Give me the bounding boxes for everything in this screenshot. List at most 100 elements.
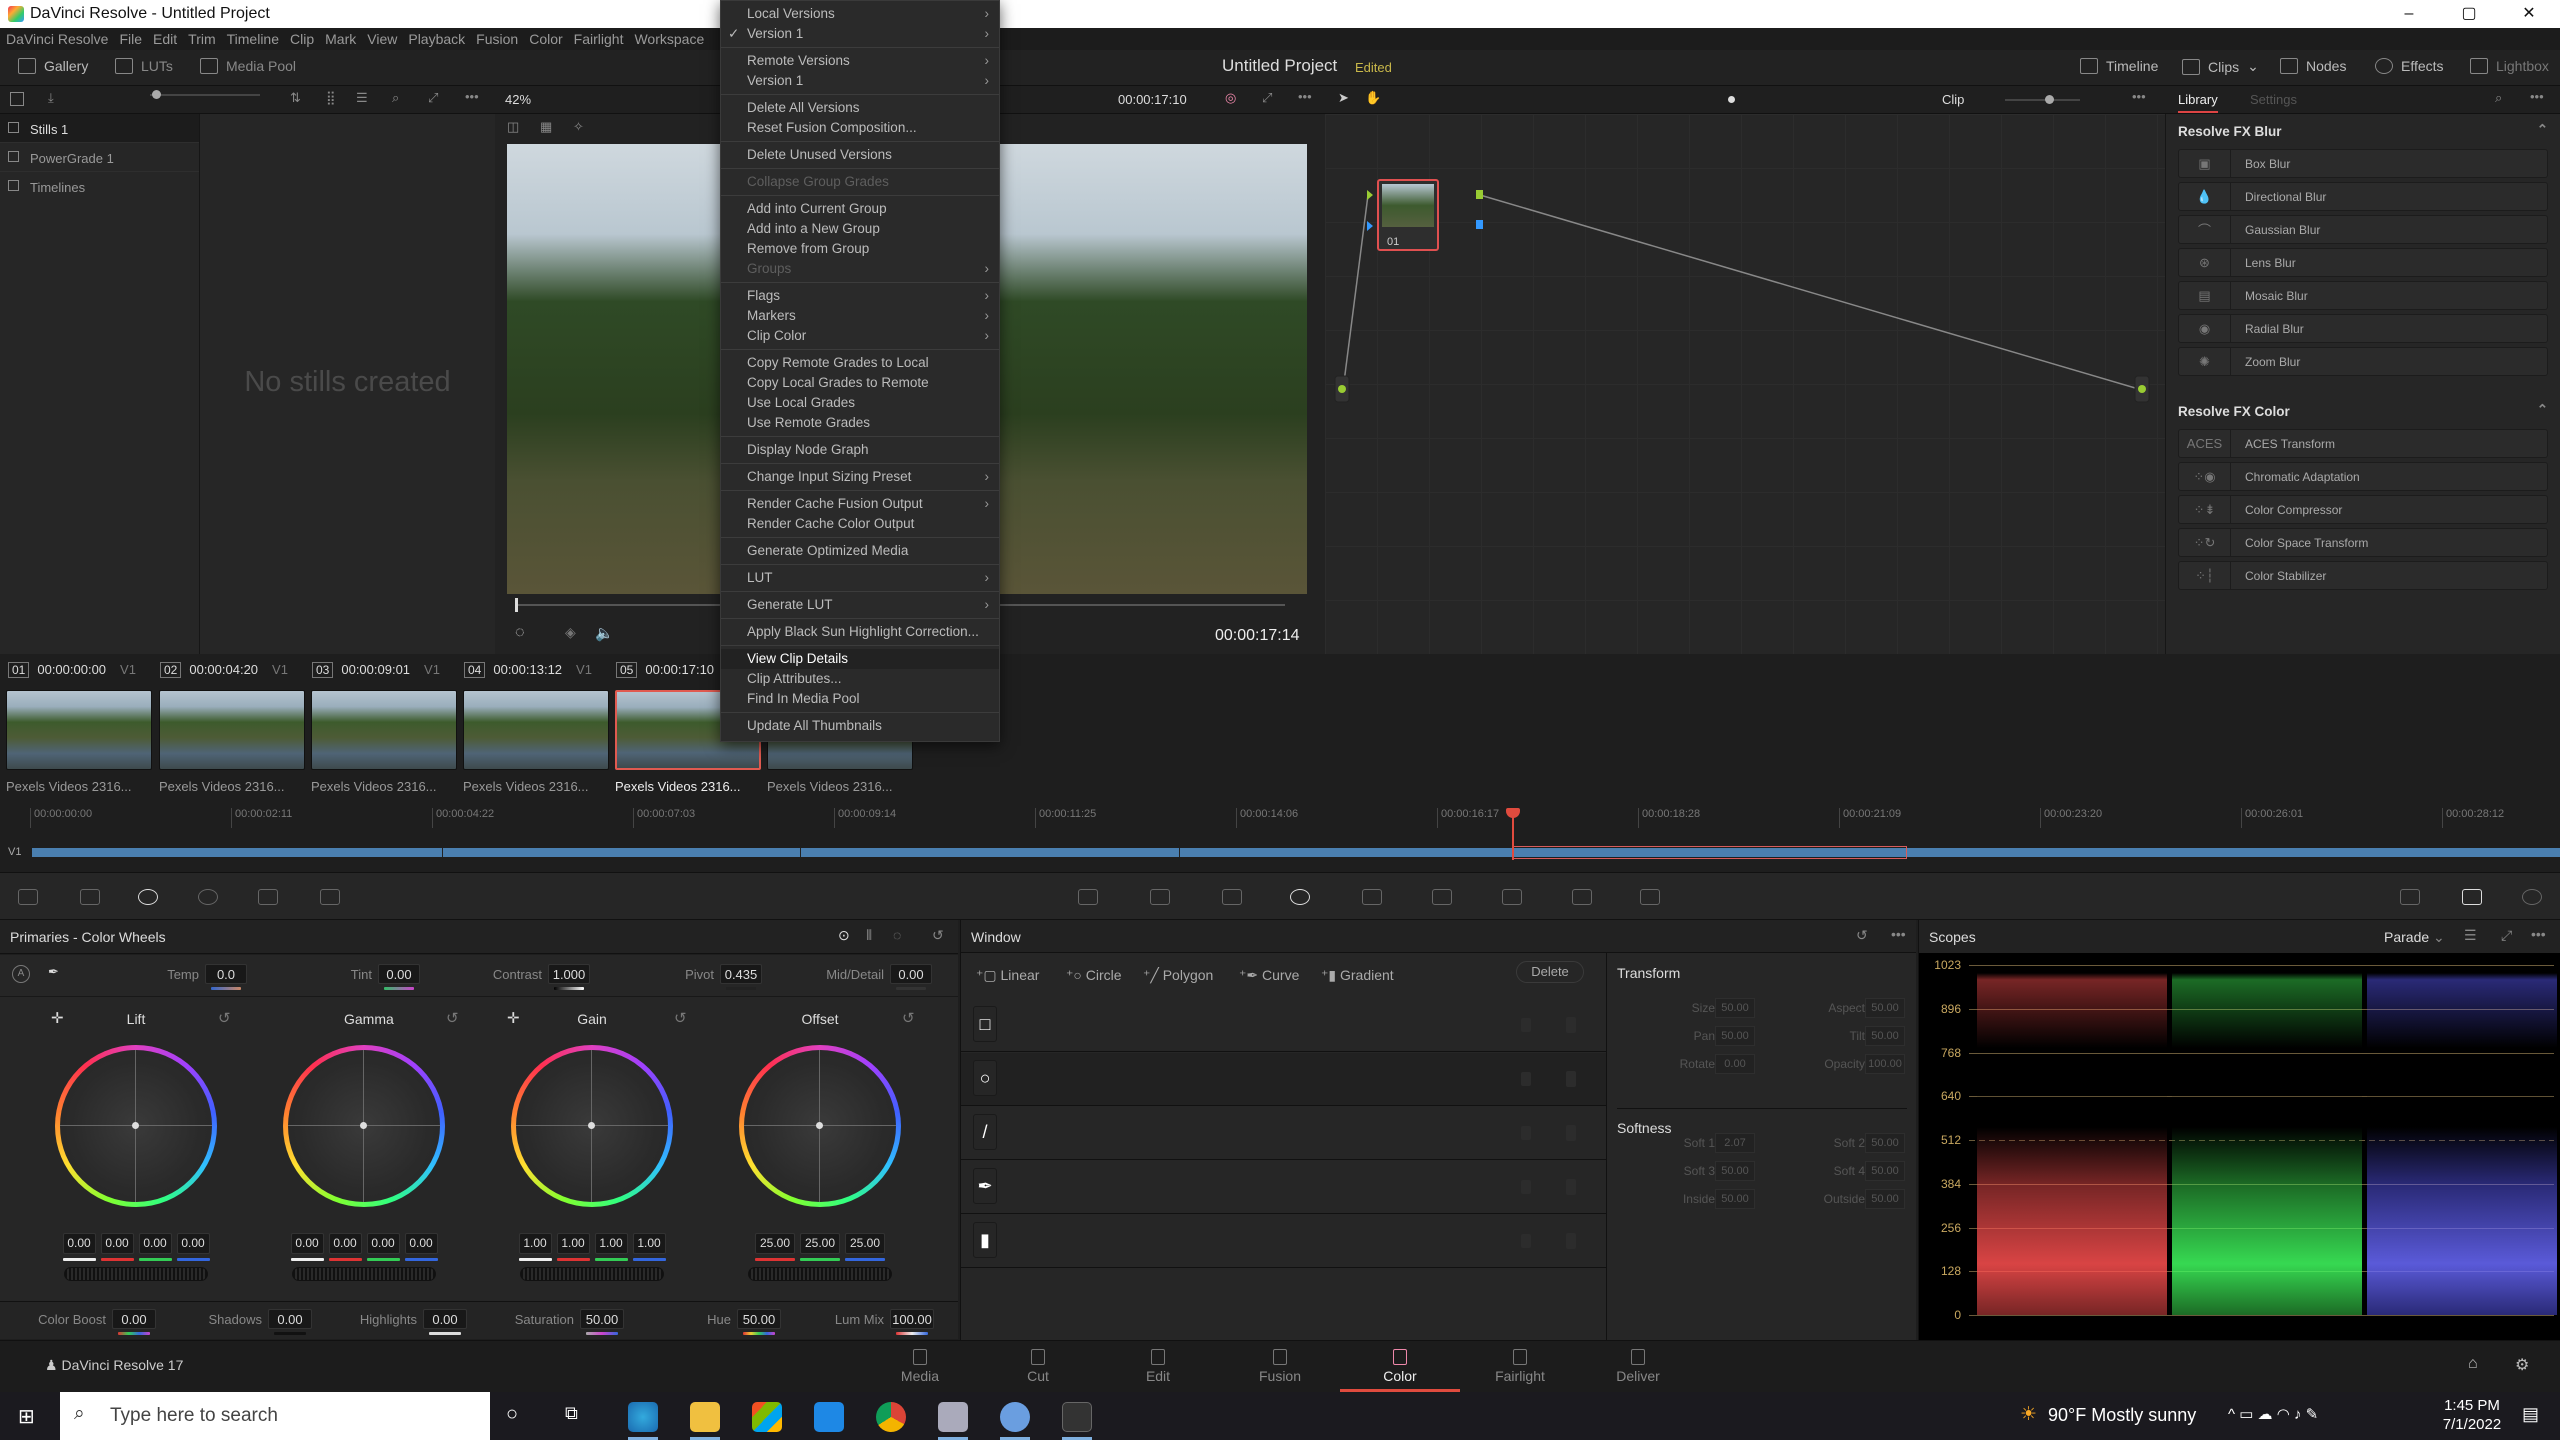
clock-time[interactable]: 1:45 PM <box>2432 1397 2512 1414</box>
list-view-icon[interactable]: ☰ <box>356 90 368 106</box>
grid-view-icon[interactable]: ⣿ <box>326 90 336 106</box>
delete-window-button[interactable]: Delete <box>1516 961 1584 983</box>
mask-toggle[interactable] <box>1566 1125 1576 1141</box>
invert-toggle[interactable] <box>1521 1018 1531 1032</box>
lightbox-toggle[interactable]: Lightbox <box>2470 58 2549 74</box>
windows-start-icon[interactable]: ⊞ <box>18 1404 35 1429</box>
window-prop-field[interactable]: 50.00 <box>1865 1189 1905 1209</box>
fx-item[interactable]: ACES ACES Transform <box>2178 429 2548 458</box>
taskbar-search[interactable]: ⌕ Type here to search <box>60 1392 490 1440</box>
bottom-adjust-field-shadows[interactable]: 0.00 <box>268 1309 312 1329</box>
window-prop-field[interactable]: 2.07 <box>1715 1133 1755 1153</box>
reset-all-icon[interactable]: ↺ <box>932 927 944 944</box>
fx-item[interactable]: ▤ Mosaic Blur <box>2178 281 2548 310</box>
fx-item[interactable]: ⁘┆ Color Stabilizer <box>2178 561 2548 590</box>
fullscreen-icon[interactable]: ⤢ <box>428 90 438 106</box>
reset-icon[interactable]: ↺ <box>1856 927 1868 944</box>
window-row-curve[interactable]: ✒ <box>961 1161 1606 1214</box>
bottom-adjust-field-hue[interactable]: 50.00 <box>737 1309 781 1329</box>
menu-item-lut[interactable]: LUT › <box>721 568 999 588</box>
wheel-reset-icon[interactable]: ↺ <box>218 1009 231 1027</box>
menu-item-update-all-thumbnails[interactable]: Update All Thumbnails <box>721 716 999 736</box>
menu-item-change-input-sizing-preset[interactable]: Change Input Sizing Preset › <box>721 467 999 487</box>
media-pool-button[interactable]: Media Pool <box>200 58 296 74</box>
wheel-value-field[interactable]: 1.00 <box>518 1233 552 1254</box>
scope-settings-icon[interactable]: ☰ <box>2464 927 2477 944</box>
mail-icon[interactable] <box>814 1402 844 1432</box>
thumb-size-slider[interactable] <box>150 90 260 99</box>
maximize-button[interactable]: ▢ <box>2440 0 2498 28</box>
menu-view[interactable]: View <box>367 28 397 47</box>
wheel-handle[interactable] <box>132 1122 139 1129</box>
info-icon[interactable] <box>2522 889 2542 905</box>
adjust-field-middetail[interactable]: 0.00 <box>890 964 932 984</box>
clip-thumbnail[interactable] <box>6 690 152 770</box>
menu-davinci-resolve[interactable]: DaVinci Resolve <box>6 28 108 47</box>
master-wheel-jog[interactable] <box>520 1267 664 1281</box>
blur-icon[interactable] <box>1432 889 1452 905</box>
menu-item-view-clip-details[interactable]: View Clip Details <box>721 649 999 669</box>
section-header-blur[interactable]: Resolve FX Blur ⌃ <box>2166 114 2560 145</box>
picker-icon[interactable]: ✛ <box>507 1009 520 1027</box>
menu-clip[interactable]: Clip <box>290 28 314 47</box>
grid-overlay-icon[interactable]: ▦ <box>540 119 552 135</box>
cortana-icon[interactable]: ○ <box>506 1403 518 1426</box>
fx-item[interactable]: ⁘◉ Chromatic Adaptation <box>2178 462 2548 491</box>
menu-fairlight[interactable]: Fairlight <box>574 28 624 47</box>
menu-item-generate-optimized-media[interactable]: Generate Optimized Media <box>721 541 999 561</box>
menu-item-render-cache-fusion-output[interactable]: Render Cache Fusion Output › <box>721 494 999 514</box>
auto-balance-icon[interactable]: A <box>12 965 30 983</box>
window-row-gradient[interactable]: ▮ <box>961 1215 1606 1268</box>
color-wheel-lift[interactable] <box>51 1041 221 1211</box>
wheel-value-field[interactable]: 0.00 <box>404 1233 438 1254</box>
fullscreen-viewer-icon[interactable]: ⤢ <box>1262 90 1272 106</box>
window-prop-field[interactable]: 50.00 <box>1865 1161 1905 1181</box>
volume-icon[interactable]: 🔈 <box>595 624 614 642</box>
node-zoom-slider[interactable] <box>2005 95 2080 104</box>
add-gradient-window-button[interactable]: ⁺▮ Gradient <box>1321 967 1394 984</box>
chrome-icon[interactable] <box>876 1402 906 1432</box>
page-tab-edit[interactable]: Edit <box>1128 1349 1188 1384</box>
window-prop-field[interactable]: 50.00 <box>1865 998 1905 1018</box>
bottom-adjust-field-lummix[interactable]: 100.00 <box>890 1309 934 1329</box>
selected-clip-highlight[interactable] <box>1512 846 1907 859</box>
menu-item-copy-remote-grades-to-local[interactable]: Copy Remote Grades to Local <box>721 353 999 373</box>
grab-still-icon[interactable]: ⤓ <box>48 90 54 106</box>
gallery-button[interactable]: Gallery <box>18 58 88 74</box>
menu-trim[interactable]: Trim <box>188 28 215 47</box>
wheel-value-field[interactable]: 25.00 <box>755 1233 795 1254</box>
menu-item-render-cache-color-output[interactable]: Render Cache Color Output <box>721 514 999 534</box>
menu-item-add-into-a-new-group[interactable]: Add into a New Group <box>721 219 999 239</box>
motion-effects-icon[interactable] <box>320 889 340 905</box>
menu-item-markers[interactable]: Markers › <box>721 306 999 326</box>
wheel-value-field[interactable]: 0.00 <box>62 1233 96 1254</box>
color-wheel-gain[interactable] <box>507 1041 677 1211</box>
davinci-taskbar-icon[interactable] <box>1062 1402 1092 1432</box>
sidebar-item-stills[interactable]: Stills 1 <box>0 114 199 143</box>
master-wheel-jog[interactable] <box>748 1267 892 1281</box>
menu-timeline[interactable]: Timeline <box>227 28 279 47</box>
wheel-value-field[interactable]: 0.00 <box>366 1233 400 1254</box>
wheels-mode-icon[interactable]: ⊙ <box>838 927 850 944</box>
library-more-icon[interactable]: ••• <box>2530 89 2544 104</box>
notifications-icon[interactable]: ▤ <box>2522 1404 2539 1425</box>
invert-toggle[interactable] <box>1521 1180 1531 1194</box>
wheel-value-field[interactable]: 0.00 <box>176 1233 210 1254</box>
window-prop-field[interactable]: 50.00 <box>1715 1026 1755 1046</box>
color-wheels-icon[interactable] <box>138 889 158 905</box>
menu-item-use-remote-grades[interactable]: Use Remote Grades <box>721 413 999 433</box>
menu-item-flags[interactable]: Flags › <box>721 286 999 306</box>
fx-item[interactable]: 💧 Directional Blur <box>2178 182 2548 211</box>
scope-mode-select[interactable]: Parade ⌄ <box>2384 929 2445 946</box>
menu-item-reset-fusion-composition[interactable]: Reset Fusion Composition... <box>721 118 999 138</box>
nodes-toggle[interactable]: Nodes <box>2280 58 2346 74</box>
add-circle-window-button[interactable]: ⁺○ Circle <box>1066 967 1122 984</box>
hdr-wheels-icon[interactable] <box>198 889 218 905</box>
page-tab-fairlight[interactable]: Fairlight <box>1490 1349 1550 1384</box>
eyedropper-icon[interactable]: ✒ <box>48 964 59 980</box>
viewer-timecode[interactable]: 00:00:17:10 <box>1118 92 1187 107</box>
sort-icon[interactable]: ⇅ <box>290 90 301 106</box>
curves-icon[interactable] <box>1078 889 1098 905</box>
mask-toggle[interactable] <box>1566 1017 1576 1033</box>
bottom-adjust-field-highlights[interactable]: 0.00 <box>423 1309 467 1329</box>
